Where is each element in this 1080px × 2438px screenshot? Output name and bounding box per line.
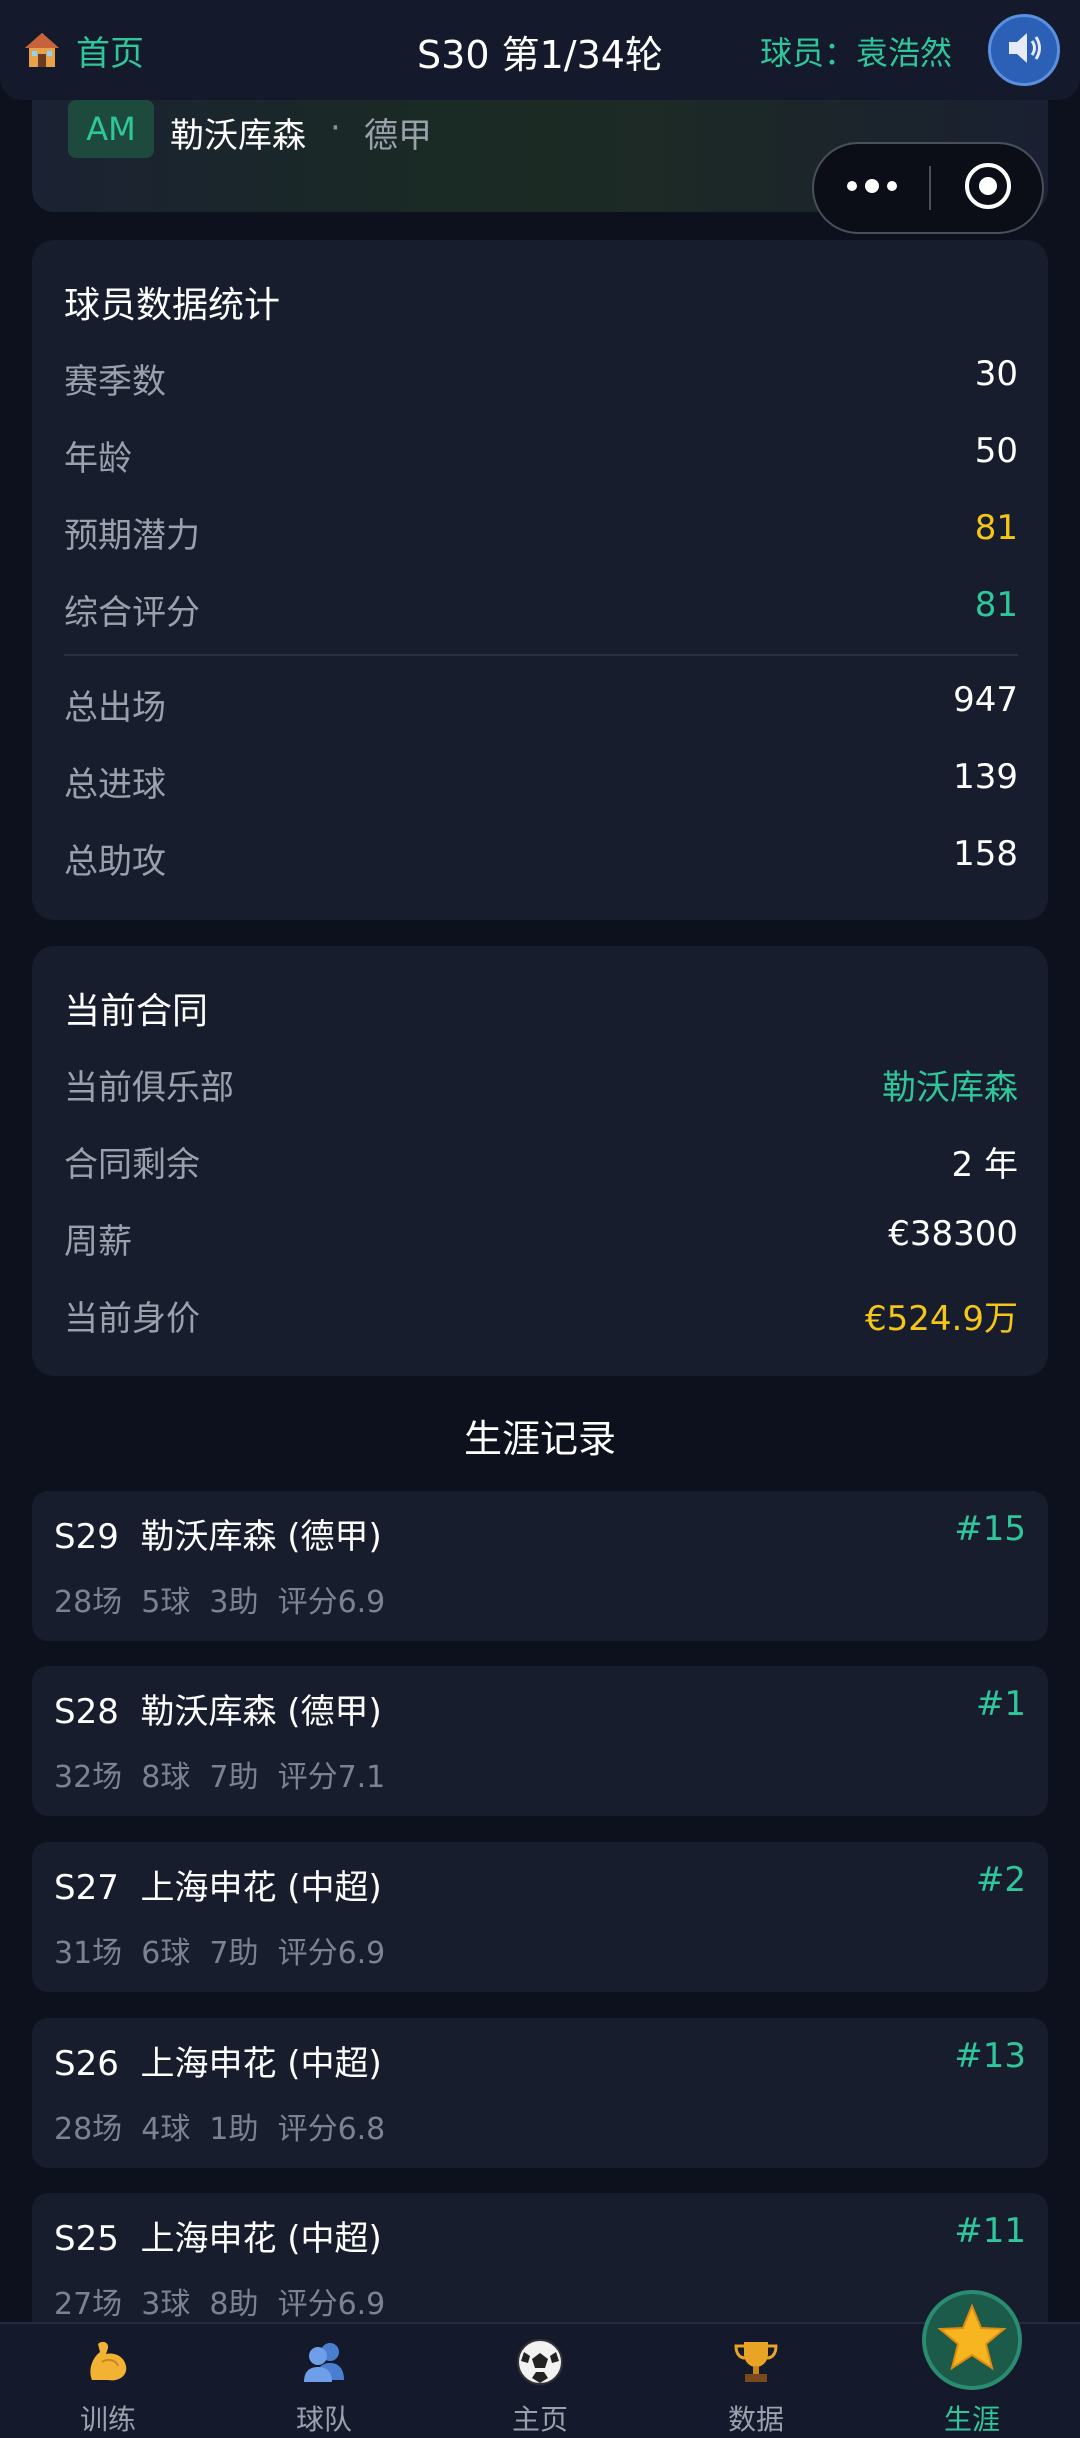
contract-label-club: 当前俱乐部 [64, 1068, 234, 1108]
close-miniprogram-button[interactable] [931, 144, 1044, 232]
stat-value-potential: 81 [974, 508, 1018, 548]
star-icon [936, 2302, 1008, 2378]
player-prefix: 球员： [759, 34, 856, 72]
career-page: 首页 S30 第1/34轮 球员：袁浩然 AM 勒沃库森 · 德甲 球员数据统计… [0, 0, 1080, 2438]
more-dots-icon [844, 176, 900, 200]
banner-club: 勒沃库森 [170, 116, 306, 156]
career-rank: #2 [975, 1860, 1026, 1900]
career-rank: #15 [954, 1509, 1026, 1549]
career-stats: 28场 4球 1助 评分6.8 [54, 2112, 386, 2147]
stat-label-goals: 总进球 [64, 765, 166, 805]
contract-label-market-value: 当前身价 [64, 1299, 200, 1339]
nav-home[interactable]: 主页 [432, 2324, 648, 2438]
player-name-label: 球员：袁浩然 [760, 28, 952, 74]
top-bar: 首页 S30 第1/34轮 球员：袁浩然 [0, 0, 1080, 100]
speaker-icon [1003, 27, 1045, 73]
soccer-ball-icon [510, 2332, 570, 2392]
nav-label-home: 主页 [511, 2403, 568, 2436]
nav-team[interactable]: 球队 [216, 2324, 432, 2438]
career-season-club: S27 上海申花 (中超) [54, 1868, 382, 1908]
stats-divider [64, 654, 1018, 656]
position-badge: AM [68, 100, 154, 158]
bottom-navigation: 训练 球队 主页 数据 生涯 [0, 2290, 1080, 2438]
stat-value-rating: 81 [974, 585, 1018, 625]
nav-label-training: 训练 [79, 2403, 136, 2436]
stat-value-appearances: 947 [953, 680, 1018, 720]
stat-label-appearances: 总出场 [64, 688, 166, 728]
career-stats: 28场 5球 3助 评分6.9 [54, 1585, 386, 1620]
contract-title: 当前合同 [64, 991, 209, 1032]
nav-label-data: 数据 [727, 2403, 784, 2436]
career-record-item[interactable]: S28 勒沃库森 (德甲) #1 32场 8球 7助 评分7.1 [32, 1666, 1048, 1816]
house-icon [22, 30, 62, 70]
career-record-item[interactable]: S27 上海申花 (中超) #2 31场 6球 7助 评分6.9 [32, 1842, 1048, 1992]
more-menu-button[interactable] [814, 144, 929, 232]
career-stats: 27场 3球 8助 评分6.9 [54, 2287, 386, 2322]
nav-active-indicator [922, 2290, 1022, 2390]
team-people-icon [294, 2332, 354, 2392]
stat-label-age: 年龄 [64, 439, 132, 479]
sound-button[interactable] [988, 14, 1060, 86]
miniprogram-capsule [812, 142, 1044, 234]
player-stats-card: 球员数据统计 赛季数 30 年龄 50 预期潜力 81 综合评分 81 总出场 … [32, 240, 1048, 920]
stat-value-assists: 158 [953, 834, 1018, 874]
contract-label-wage: 周薪 [64, 1222, 132, 1262]
banner-separator: · [330, 108, 341, 148]
flexed-biceps-icon [78, 2332, 138, 2392]
career-rank: #13 [954, 2036, 1026, 2076]
career-rank: #11 [954, 2211, 1026, 2251]
contract-value-remaining: 2 年 [951, 1145, 1018, 1185]
trophy-icon [726, 2332, 786, 2392]
stat-label-potential: 预期潜力 [64, 516, 200, 556]
career-season-club: S25 上海申花 (中超) [54, 2219, 382, 2259]
career-season-club: S29 勒沃库森 (德甲) [54, 1517, 382, 1557]
contract-value-wage: €38300 [888, 1214, 1018, 1254]
career-season-club: S26 上海申花 (中超) [54, 2044, 382, 2084]
career-record-item[interactable]: S29 勒沃库森 (德甲) #15 28场 5球 3助 评分6.9 [32, 1491, 1048, 1641]
stats-title: 球员数据统计 [64, 285, 281, 326]
career-record-item[interactable]: S25 上海申花 (中超) #11 27场 3球 8助 评分6.9 [32, 2193, 1048, 2343]
player-name: 袁浩然 [855, 34, 952, 72]
nav-label-career: 生涯 [943, 2403, 1000, 2436]
stat-value-age: 50 [974, 431, 1018, 471]
nav-data[interactable]: 数据 [648, 2324, 864, 2438]
career-section-title: 生涯记录 [463, 1417, 616, 1461]
stat-label-assists: 总助攻 [64, 842, 166, 882]
stat-label-rating: 综合评分 [64, 593, 200, 633]
career-season-club: S28 勒沃库森 (德甲) [54, 1692, 382, 1732]
nav-training[interactable]: 训练 [0, 2324, 216, 2438]
contract-value-club: 勒沃库森 [882, 1068, 1018, 1108]
banner-league: 德甲 [364, 116, 432, 156]
stat-value-goals: 139 [953, 757, 1018, 797]
nav-label-team: 球队 [295, 2403, 352, 2436]
career-stats: 32场 8球 7助 评分7.1 [54, 1760, 386, 1795]
target-close-icon [963, 161, 1013, 215]
career-record-item[interactable]: S26 上海申花 (中超) #13 28场 4球 1助 评分6.8 [32, 2018, 1048, 2168]
contract-card: 当前合同 当前俱乐部 勒沃库森 合同剩余 2 年 周薪 €38300 当前身价 … [32, 946, 1048, 1376]
home-label: 首页 [76, 33, 144, 74]
stat-label-seasons: 赛季数 [64, 362, 166, 402]
home-link[interactable]: 首页 [22, 22, 144, 78]
contract-value-market-value: €524.9万 [865, 1299, 1018, 1339]
nav-career[interactable]: 生涯 [864, 2290, 1080, 2438]
stat-value-seasons: 30 [974, 354, 1018, 394]
contract-label-remaining: 合同剩余 [64, 1145, 200, 1185]
career-stats: 31场 6球 7助 评分6.9 [54, 1936, 386, 1971]
career-rank: #1 [975, 1684, 1026, 1724]
